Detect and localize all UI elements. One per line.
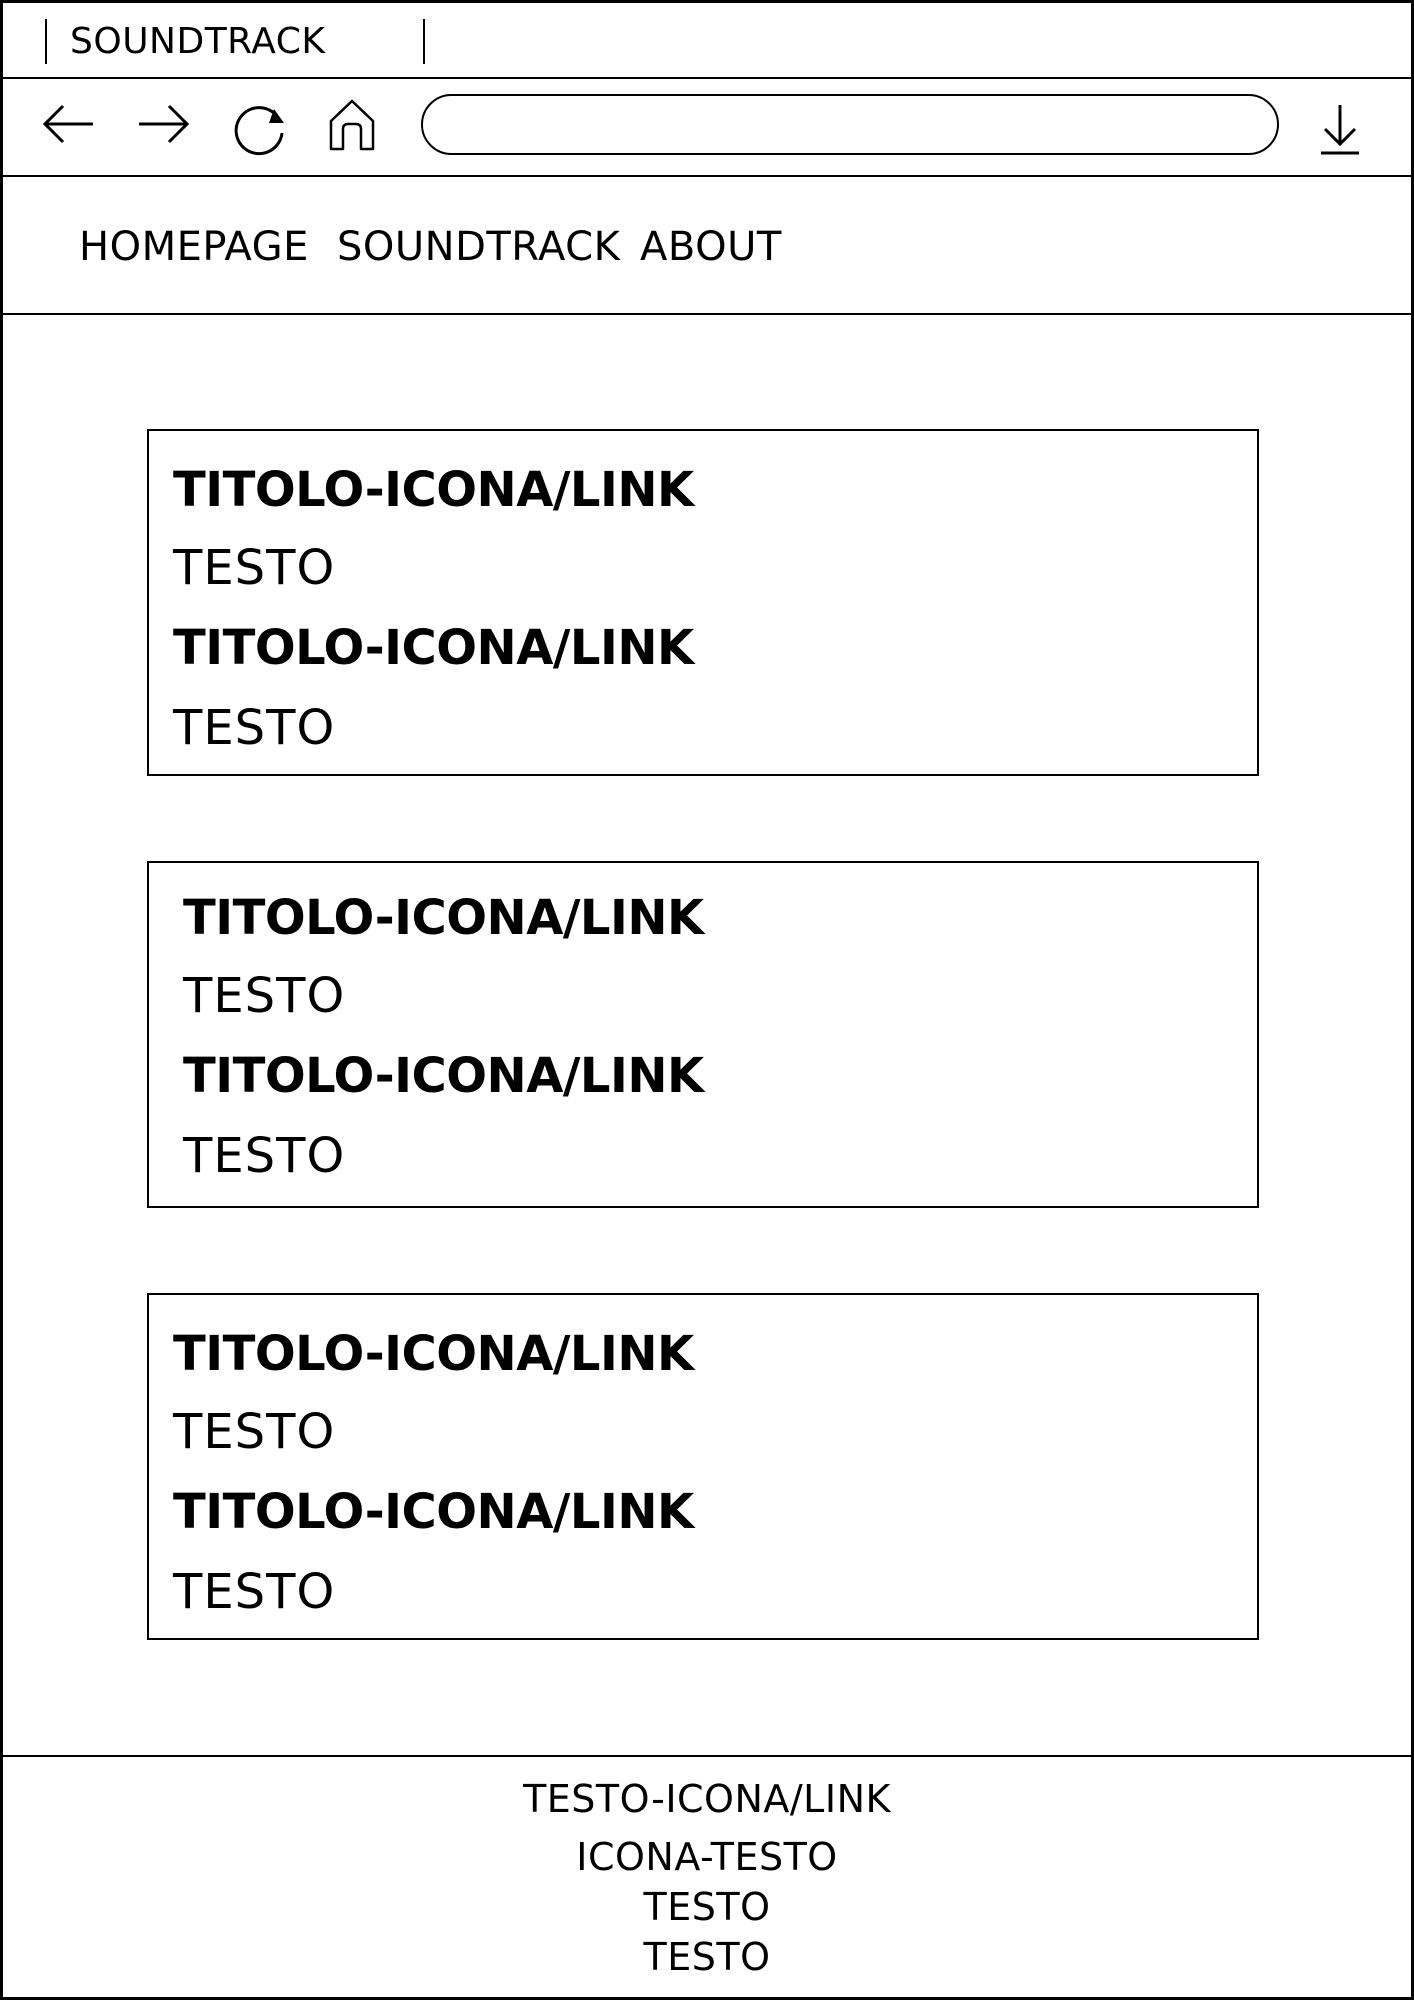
nav-item-soundtrack[interactable]: SOUNDTRACK [337, 223, 620, 271]
nav-item-about[interactable]: ABOUT [640, 223, 782, 271]
forward-arrow-icon[interactable] [135, 101, 191, 147]
browser-tab[interactable]: SOUNDTRACK [45, 19, 425, 64]
address-bar[interactable] [421, 94, 1279, 155]
card-title-link[interactable]: TITOLO-ICONA/LINK [173, 463, 694, 517]
card-text: TESTO [173, 1564, 336, 1620]
card-text: TESTO [173, 1404, 336, 1460]
card-text: TESTO [183, 968, 346, 1024]
browser-window: SOUNDTRACK HOMEPAGE SOUNDTRACK ABOUT TIT… [0, 0, 1414, 2000]
card-title-link[interactable]: TITOLO-ICONA/LINK [173, 1485, 694, 1539]
download-icon[interactable] [1317, 101, 1363, 157]
footer-text: TESTO [643, 1885, 771, 1929]
back-arrow-icon[interactable] [41, 101, 97, 147]
home-icon[interactable] [327, 97, 377, 153]
card-title-link[interactable]: TITOLO-ICONA/LINK [183, 891, 704, 945]
content-card: TITOLO-ICONA/LINK TESTO TITOLO-ICONA/LIN… [147, 1293, 1259, 1640]
footer-icon-text: ICONA-TESTO [576, 1835, 838, 1879]
card-title-link[interactable]: TITOLO-ICONA/LINK [173, 621, 694, 675]
card-title-link[interactable]: TITOLO-ICONA/LINK [183, 1049, 704, 1103]
nav-item-homepage[interactable]: HOMEPAGE [79, 223, 309, 271]
tab-bar: SOUNDTRACK [3, 3, 1411, 79]
tab-title: SOUNDTRACK [70, 21, 326, 62]
browser-toolbar [3, 77, 1411, 177]
footer-link[interactable]: TESTO-ICONA/LINK [3, 1777, 1411, 1821]
footer: TESTO-ICONA/LINK ICONA-TESTO TESTO TESTO [3, 1755, 1411, 2002]
reload-icon[interactable] [231, 99, 289, 157]
card-text: TESTO [173, 700, 336, 756]
card-text: TESTO [173, 540, 336, 596]
content-card: TITOLO-ICONA/LINK TESTO TITOLO-ICONA/LIN… [147, 861, 1259, 1208]
footer-text: TESTO [643, 1935, 771, 1979]
card-title-link[interactable]: TITOLO-ICONA/LINK [173, 1327, 694, 1381]
main-nav: HOMEPAGE SOUNDTRACK ABOUT [3, 175, 1411, 315]
card-text: TESTO [183, 1128, 346, 1184]
content-card: TITOLO-ICONA/LINK TESTO TITOLO-ICONA/LIN… [147, 429, 1259, 776]
